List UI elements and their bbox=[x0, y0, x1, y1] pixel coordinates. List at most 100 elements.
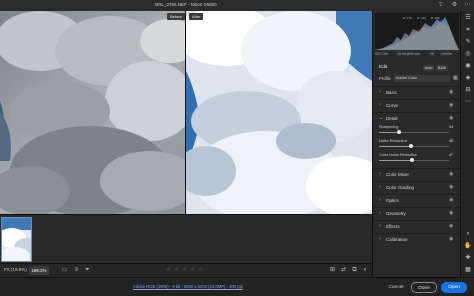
edit-icon[interactable]: ☰ bbox=[463, 13, 473, 23]
copy-settings-icon[interactable]: ⧉ bbox=[350, 266, 359, 275]
visibility-eye-icon[interactable]: ◉ bbox=[449, 223, 453, 229]
section-basic[interactable]: › Basic ◉ bbox=[373, 86, 461, 98]
filmstrip-icon[interactable]: ▭ bbox=[60, 266, 69, 275]
more-icon[interactable]: ⋯ bbox=[463, 1, 472, 10]
slider-fill bbox=[379, 146, 411, 147]
toggle-view-icon[interactable]: ◐ bbox=[361, 266, 370, 275]
profile-select[interactable]: Adobe Color bbox=[394, 75, 450, 82]
slider-track[interactable] bbox=[379, 158, 449, 162]
section-label: Color Grading bbox=[386, 185, 415, 190]
filmstrip-thumbnail[interactable] bbox=[1, 217, 32, 262]
cancel-button[interactable]: Cancel bbox=[386, 282, 406, 293]
presets-icon[interactable]: ◈ bbox=[463, 73, 473, 83]
section-label: Optics bbox=[386, 198, 399, 203]
auto-button[interactable]: Auto bbox=[423, 65, 435, 71]
zoom-select[interactable]: 198.2% bbox=[29, 266, 49, 275]
before-after-icon[interactable]: ⊞ bbox=[328, 266, 337, 275]
edit-panel: R: 176 G: 194 B: 208 ISO 100 18-55@55 mm… bbox=[372, 11, 461, 277]
chevron-right-icon[interactable]: › bbox=[379, 210, 381, 216]
visibility-eye-icon[interactable]: ◉ bbox=[449, 115, 453, 121]
section-label: Curve bbox=[386, 103, 399, 108]
visibility-eye-icon[interactable]: ◉ bbox=[449, 210, 453, 216]
done-button[interactable]: Done bbox=[411, 282, 437, 293]
slider-track[interactable] bbox=[379, 130, 449, 134]
profile-browser-icon[interactable]: ▦ bbox=[453, 75, 458, 81]
section-effects[interactable]: › Effects ◉ bbox=[373, 220, 461, 232]
slider-value[interactable]: 44 bbox=[443, 125, 453, 130]
settings-icon[interactable]: ⚙ bbox=[450, 1, 459, 10]
crop-icon[interactable]: ⌗ bbox=[463, 25, 473, 35]
section-detail[interactable]: ⌄ Detail ◉ bbox=[373, 112, 461, 124]
edit-title: Edit bbox=[379, 65, 388, 70]
more-tools-icon[interactable]: ⋯ bbox=[463, 97, 473, 107]
section-color-grading[interactable]: › Color Grading ◉ bbox=[373, 181, 461, 193]
section-calibration[interactable]: › Calibration ◉ bbox=[373, 233, 461, 245]
mask-icon[interactable]: ◎ bbox=[463, 49, 473, 59]
rating-star[interactable]: ☆ bbox=[189, 266, 196, 275]
bw-button[interactable]: B&W bbox=[436, 65, 449, 71]
section-curve[interactable]: › Curve ◉ bbox=[373, 99, 461, 111]
histogram-readout-g: G: 194 bbox=[417, 16, 426, 20]
after-image bbox=[186, 11, 372, 214]
chevron-right-icon[interactable]: › bbox=[379, 89, 381, 95]
slider-color-noise-reduction[interactable]: Color Noise Reduction 47 bbox=[379, 153, 453, 165]
red-eye-icon[interactable]: ◉ bbox=[463, 61, 473, 71]
open-button[interactable]: Open bbox=[441, 282, 467, 293]
camera-iso: ISO 100 bbox=[375, 52, 388, 56]
zoom-icon[interactable]: ⌕ bbox=[463, 229, 473, 239]
section-geometry[interactable]: › Geometry ◉ bbox=[373, 207, 461, 219]
visibility-eye-icon[interactable]: ◉ bbox=[449, 184, 453, 190]
bottom-toolbar: FX (19.8%) 198.2% ▭ ≡ ⏷ ☆ ☆ ☆ ☆ ☆ ⊞ ⇄ ⧉ ◐ bbox=[0, 263, 372, 277]
window-title: BNL_2765.NEF - Nikon D5500 bbox=[155, 2, 217, 7]
section-label: Calibration bbox=[386, 237, 408, 242]
visibility-eye-icon[interactable]: ◉ bbox=[449, 236, 453, 242]
slider-knob[interactable] bbox=[409, 144, 413, 148]
chevron-right-icon[interactable]: › bbox=[379, 184, 381, 190]
slider-value[interactable]: 47 bbox=[443, 153, 453, 158]
slider-fill bbox=[379, 160, 412, 161]
slider-knob[interactable] bbox=[397, 130, 401, 134]
rating-star[interactable]: ☆ bbox=[173, 266, 180, 275]
rating-star[interactable]: ☆ bbox=[197, 266, 204, 275]
slider-track[interactable] bbox=[379, 144, 449, 148]
visibility-eye-icon[interactable]: ◉ bbox=[449, 89, 453, 95]
visibility-eye-icon[interactable]: ◉ bbox=[449, 197, 453, 203]
image-canvas[interactable]: Before After bbox=[0, 11, 372, 214]
chevron-right-icon[interactable]: › bbox=[379, 236, 381, 242]
chevron-right-icon[interactable]: › bbox=[379, 197, 381, 203]
slider-value[interactable]: 45 bbox=[443, 139, 453, 144]
filmstrip bbox=[0, 214, 372, 263]
profile-label: Profile bbox=[379, 76, 391, 81]
section-label: Detail bbox=[386, 116, 398, 121]
section-color-mixer[interactable]: › Color Mixer ◉ bbox=[373, 168, 461, 180]
chevron-right-icon[interactable]: › bbox=[379, 171, 381, 177]
fit-zoom-label[interactable]: FX (19.8%) bbox=[4, 267, 27, 272]
workflow-options-link[interactable]: Adobe RGB (1998) - 8 bit - 6000 x 4000 (… bbox=[133, 284, 243, 289]
tool-strip: ☰ ⌗ ✎ ◎ ◉ ◈ ⊟ ⋯ ⌕ ✋ ✚ ▦ bbox=[460, 11, 474, 277]
rating-star[interactable]: ☆ bbox=[165, 266, 172, 275]
slider-knob[interactable] bbox=[410, 158, 414, 162]
heal-icon[interactable]: ✎ bbox=[463, 37, 473, 47]
chevron-right-icon[interactable]: › bbox=[379, 102, 381, 108]
sort-icon[interactable]: ≡ bbox=[72, 266, 81, 275]
section-optics[interactable]: › Optics ◉ bbox=[373, 194, 461, 206]
slider-fill bbox=[379, 132, 399, 133]
slider-noise-reduction[interactable]: Noise Reduction 45 bbox=[379, 139, 453, 151]
chevron-right-icon[interactable]: › bbox=[379, 223, 381, 229]
histogram-readout-r: R: 176 bbox=[403, 16, 412, 20]
histogram-readout-b: B: 208 bbox=[431, 16, 440, 20]
filter-icon[interactable]: ⏷ bbox=[83, 266, 92, 275]
chevron-down-icon[interactable]: ⌄ bbox=[379, 115, 383, 121]
slider-label: Sharpening bbox=[379, 125, 399, 129]
rating-star[interactable]: ☆ bbox=[181, 266, 188, 275]
snapshots-icon[interactable]: ⊟ bbox=[463, 85, 473, 95]
grid-icon[interactable]: ▦ bbox=[463, 265, 473, 275]
visibility-eye-icon[interactable]: ◉ bbox=[449, 171, 453, 177]
hand-icon[interactable]: ✋ bbox=[463, 241, 473, 251]
sampler-icon[interactable]: ✚ bbox=[463, 253, 473, 263]
slider-sharpening[interactable]: Sharpening 44 bbox=[379, 125, 453, 137]
profile-row: Profile Adobe Color ▦ bbox=[373, 74, 461, 84]
swap-icon[interactable]: ⇄ bbox=[339, 266, 348, 275]
visibility-eye-icon[interactable]: ◉ bbox=[449, 102, 453, 108]
upload-icon[interactable]: ⇪ bbox=[436, 1, 445, 10]
